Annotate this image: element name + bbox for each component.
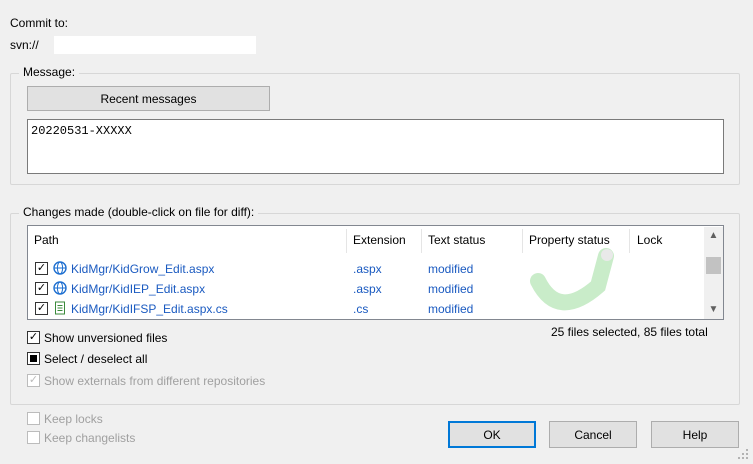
column-header-text-status[interactable]: Text status: [428, 233, 485, 247]
column-header-path[interactable]: Path: [34, 233, 59, 247]
show-externals-label: Show externals from different repositori…: [44, 374, 266, 388]
file-path: KidMgr/KidGrow_Edit.aspx: [71, 262, 215, 276]
file-text-status: modified: [428, 282, 474, 296]
file-path: KidMgr/KidIFSP_Edit.aspx.cs: [71, 302, 228, 316]
column-divider[interactable]: [522, 229, 523, 253]
table-row[interactable]: ✓ KidMgr/KidIFSP_Edit.aspx.cs .cs modifi…: [28, 299, 704, 319]
commit-message-input[interactable]: 20220531-XXXXX: [27, 119, 724, 174]
repository-url-redacted: [54, 36, 256, 54]
column-header-lock[interactable]: Lock: [637, 233, 662, 247]
changed-files-list[interactable]: Path Extension Text status Property stat…: [27, 225, 724, 320]
file-text-status: modified: [428, 262, 474, 276]
changes-group-title: Changes made (double-click on file for d…: [19, 205, 259, 219]
column-divider[interactable]: [421, 229, 422, 253]
repository-url: svn://: [10, 38, 39, 52]
cancel-button[interactable]: Cancel: [549, 421, 637, 448]
resize-grip-icon[interactable]: [737, 448, 749, 460]
show-unversioned-label: Show unversioned files: [44, 331, 168, 345]
keep-changelists-label: Keep changelists: [44, 431, 136, 445]
scroll-down-arrow-icon[interactable]: ▼: [704, 301, 723, 318]
scrollbar-thumb[interactable]: [706, 257, 721, 274]
file-checkbox[interactable]: ✓: [35, 262, 48, 275]
recent-messages-button[interactable]: Recent messages: [27, 86, 270, 111]
file-path: KidMgr/KidIEP_Edit.aspx: [71, 282, 206, 296]
column-header-extension[interactable]: Extension: [353, 233, 406, 247]
select-all-label: Select / deselect all: [44, 352, 148, 366]
message-group-title: Message:: [19, 65, 80, 79]
file-extension: .aspx: [353, 262, 382, 276]
globe-icon: [53, 261, 67, 275]
show-externals-checkbox[interactable]: ✓: [27, 374, 40, 387]
scroll-up-arrow-icon[interactable]: ▲: [704, 227, 723, 244]
file-text-status: modified: [428, 302, 474, 316]
document-icon: [53, 301, 67, 315]
column-header-property-status[interactable]: Property status: [529, 233, 610, 247]
keep-changelists-checkbox[interactable]: [27, 431, 40, 444]
table-row[interactable]: ✓ KidMgr/KidGrow_Edit.aspx .aspx modifie…: [28, 259, 704, 279]
select-all-option[interactable]: Select / deselect all: [27, 351, 227, 367]
file-count-summary: 25 files selected, 85 files total: [551, 325, 708, 339]
help-button[interactable]: Help: [651, 421, 739, 448]
commit-to-label: Commit to:: [10, 16, 69, 30]
keep-locks-label: Keep locks: [44, 412, 103, 426]
keep-locks-option[interactable]: Keep locks: [27, 411, 177, 427]
indeterminate-mark-icon: [30, 355, 37, 362]
select-all-checkbox[interactable]: [27, 352, 40, 365]
column-divider[interactable]: [629, 229, 630, 253]
show-externals-option[interactable]: ✓ Show externals from different reposito…: [27, 373, 327, 389]
table-row[interactable]: ✓ KidMgr/KidIEP_Edit.aspx .aspx modified: [28, 279, 704, 299]
keep-locks-checkbox[interactable]: [27, 412, 40, 425]
file-list-scrollbar[interactable]: ▲ ▼: [704, 227, 723, 319]
file-extension: .cs: [353, 302, 369, 316]
ok-button[interactable]: OK: [448, 421, 536, 448]
file-checkbox[interactable]: ✓: [35, 302, 48, 315]
keep-changelists-option[interactable]: Keep changelists: [27, 430, 177, 446]
show-unversioned-option[interactable]: ✓ Show unversioned files: [27, 330, 227, 346]
column-divider[interactable]: [346, 229, 347, 253]
show-unversioned-checkbox[interactable]: ✓: [27, 331, 40, 344]
file-checkbox[interactable]: ✓: [35, 282, 48, 295]
file-extension: .aspx: [353, 282, 382, 296]
globe-icon: [53, 281, 67, 295]
